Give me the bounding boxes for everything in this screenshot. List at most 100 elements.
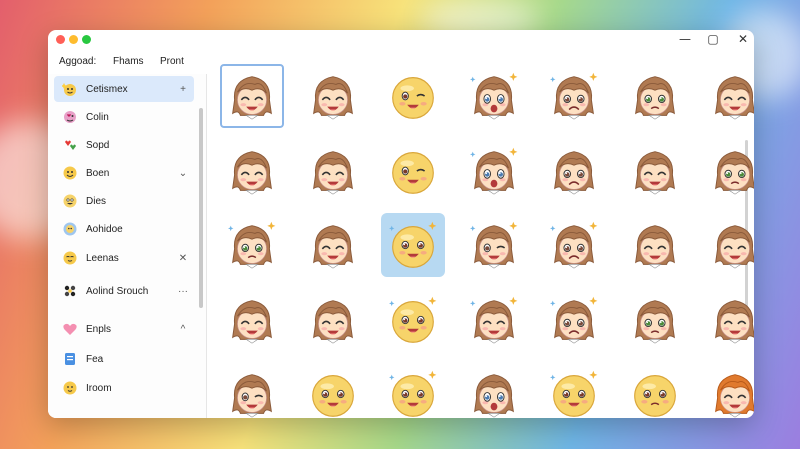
menu-item[interactable]: Fhams	[113, 56, 144, 67]
smiley-emoji-sticker[interactable]	[381, 213, 445, 277]
close-dot[interactable]	[56, 35, 65, 44]
close-button[interactable]: ✕	[736, 32, 750, 46]
sidebar-item-action[interactable]: ^	[176, 324, 190, 335]
minimize-dot[interactable]	[69, 35, 78, 44]
girl-emoji-sticker[interactable]	[623, 64, 687, 128]
sidebar-item-enpls[interactable]: Enpls ^	[54, 316, 194, 342]
girl-emoji-sticker[interactable]	[220, 139, 284, 203]
sidebar-item-sopd[interactable]: Sopd	[54, 132, 194, 158]
sidebar-item-colin[interactable]: Colin	[54, 104, 194, 130]
girl-surprised-icon	[469, 147, 517, 195]
girl-happy-icon	[634, 150, 675, 195]
globe-face-icon	[62, 221, 78, 237]
girl-happy-icon	[312, 225, 353, 269]
sidebar-item-aolind-srouch[interactable]: Aolind Srouch ···	[54, 278, 194, 304]
girl-wink-icon	[469, 221, 517, 269]
girl-worried-icon	[228, 221, 276, 269]
girl-emoji-sticker[interactable]	[542, 139, 606, 203]
girl-happy-icon	[715, 374, 754, 418]
girl-worried-icon	[634, 76, 675, 120]
girl-sad-icon	[550, 296, 598, 344]
smiley-emoji-sticker[interactable]	[623, 362, 687, 418]
sidebar-item-label: Cetismex	[86, 83, 128, 95]
girl-surprised-icon	[469, 72, 517, 120]
smiley-emoji-sticker[interactable]	[381, 64, 445, 128]
heart-pair-icon	[62, 137, 78, 153]
menu-item[interactable]: Aggoad:	[59, 56, 96, 67]
girl-emoji-sticker[interactable]	[462, 213, 526, 277]
girl-happy-icon	[469, 296, 517, 344]
title-bar: — ▢ ✕	[48, 30, 754, 50]
sidebar: Cetismex + Colin Sopd Boen ⌄ Dies Aohidoe Leenas…	[48, 74, 207, 418]
girl-emoji-sticker[interactable]	[301, 213, 365, 277]
girl-happy-icon	[232, 150, 272, 195]
girl-emoji-sticker[interactable]	[462, 64, 526, 128]
sidebar-item-label: Boen	[86, 167, 110, 179]
menu-item[interactable]: Pront	[160, 56, 184, 67]
girl-emoji-sticker[interactable]	[623, 139, 687, 203]
girl-emoji-sticker[interactable]	[462, 288, 526, 352]
smiley-emoji-sticker[interactable]	[381, 139, 445, 203]
girl-sad-icon	[554, 150, 594, 195]
sidebar-item-action[interactable]: ⌄	[176, 168, 190, 179]
sidebar-item-label: Leenas	[86, 252, 119, 264]
girl-wink-icon	[232, 374, 272, 418]
sidebar-item-aohidoe[interactable]: Aohidoe	[54, 216, 194, 242]
heart-face-icon	[62, 109, 78, 125]
girl-emoji-sticker[interactable]	[703, 139, 754, 203]
sidebar-item-leenas[interactable]: Leenas ✕	[54, 245, 194, 271]
girl-emoji-sticker[interactable]	[301, 139, 365, 203]
document-icon	[62, 351, 78, 367]
smiley-wink-icon	[392, 151, 434, 194]
sidebar-item-action[interactable]: ✕	[176, 253, 190, 264]
girl-emoji-sticker[interactable]	[703, 64, 754, 128]
girl-emoji-sticker[interactable]	[220, 64, 284, 128]
sidebar-item-boen[interactable]: Boen ⌄	[54, 160, 194, 186]
sidebar-item-label: Iroom	[86, 382, 112, 394]
smiley-wink-icon	[392, 77, 434, 119]
sidebar-item-cetismex[interactable]: Cetismex +	[54, 76, 194, 102]
sidebar-item-label: Aohidoe	[86, 223, 123, 235]
girl-emoji-sticker[interactable]	[542, 64, 606, 128]
girl-surprised-icon	[473, 374, 514, 418]
girl-emoji-sticker[interactable]	[220, 288, 284, 352]
girl-emoji-sticker[interactable]	[301, 288, 365, 352]
girl-emoji-sticker[interactable]	[623, 288, 687, 352]
girl-emoji-sticker[interactable]	[703, 213, 754, 277]
emoji-browser-window: — ▢ ✕ Aggoad: Fhams Pront Cetismex + Colin…	[48, 30, 754, 418]
smiley-happy-icon	[389, 296, 437, 343]
smiley-happy-icon	[389, 370, 437, 417]
girl-worried-icon	[715, 150, 754, 195]
zoom-dot[interactable]	[82, 35, 91, 44]
girl-happy-icon	[232, 76, 272, 120]
girl-emoji-sticker[interactable]	[301, 64, 365, 128]
emoji-grid	[206, 50, 754, 418]
minimize-button[interactable]: —	[678, 32, 692, 46]
girl-emoji-sticker[interactable]	[542, 213, 606, 277]
smiley-happy-icon	[550, 370, 598, 417]
girl-emoji-sticker[interactable]	[220, 213, 284, 277]
girl-happy-icon	[715, 299, 754, 344]
maximize-button[interactable]: ▢	[706, 32, 720, 46]
sidebar-item-iroom[interactable]: Iroom	[54, 375, 194, 401]
girl-emoji-sticker[interactable]	[542, 288, 606, 352]
girl-emoji-sticker[interactable]	[462, 139, 526, 203]
girl-emoji-sticker[interactable]	[703, 362, 754, 418]
sidebar-scrollbar[interactable]	[199, 108, 203, 308]
girl-emoji-sticker[interactable]	[623, 213, 687, 277]
sidebar-item-action[interactable]: +	[176, 84, 190, 95]
smiley-emoji-sticker[interactable]	[542, 362, 606, 418]
smiley-emoji-sticker[interactable]	[381, 362, 445, 418]
girl-emoji-sticker[interactable]	[703, 288, 754, 352]
girl-sad-icon	[550, 221, 598, 269]
girl-emoji-sticker[interactable]	[462, 362, 526, 418]
girl-happy-icon	[715, 225, 754, 269]
sidebar-item-fea[interactable]: Fea	[54, 346, 194, 372]
sidebar-item-dies[interactable]: Dies	[54, 188, 194, 214]
smiley-emoji-sticker[interactable]	[381, 288, 445, 352]
girl-emoji-sticker[interactable]	[220, 362, 284, 418]
smiley-emoji-sticker[interactable]	[301, 362, 365, 418]
sidebar-item-action[interactable]: ···	[176, 286, 190, 297]
sidebar-item-label: Colin	[86, 111, 109, 123]
girl-happy-icon	[312, 76, 353, 120]
